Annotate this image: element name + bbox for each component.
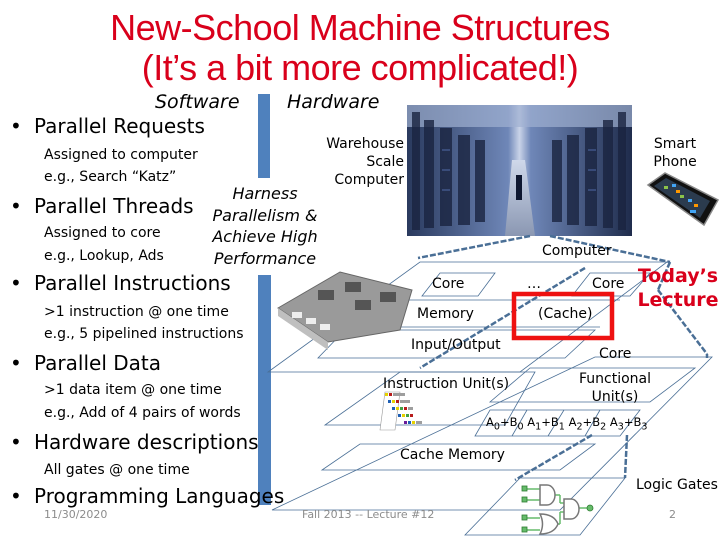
core-label: Core	[432, 276, 465, 292]
callout-line: Lecture	[637, 289, 719, 311]
smartphone-label-line: Phone	[653, 154, 697, 170]
adder: A3+B3	[609, 415, 648, 433]
hardware-diagram	[266, 105, 720, 536]
adders-label: A0+B0 A1+B1 A2+B2 A3+B3	[486, 415, 647, 432]
warehouse-label-line: Computer	[334, 172, 404, 188]
server-board-image	[277, 271, 413, 350]
cache-label: (Cache)	[538, 306, 593, 322]
pipeline-image	[379, 391, 422, 431]
datacenter-image	[407, 105, 632, 236]
adder: A0+B0	[486, 415, 524, 433]
ellipsis-label: …	[527, 276, 541, 292]
functional-units-line: Unit(s)	[591, 389, 639, 405]
footer-course: Fall 2013 -- Lecture #12	[302, 508, 435, 521]
callout-line: Today’s	[637, 265, 719, 287]
warehouse-label-line: Scale	[366, 154, 404, 170]
functional-units-label: Functional Unit(s)	[570, 370, 660, 406]
cache-memory-label: Cache Memory	[400, 447, 505, 463]
warehouse-label-line: Warehouse	[326, 136, 404, 152]
memory-label: Memory	[417, 306, 474, 322]
footer-date: 11/30/2020	[44, 508, 108, 521]
page-number: 2	[669, 508, 676, 521]
input-output-label: Input/Output	[411, 337, 501, 353]
computer-label: Computer	[542, 243, 612, 259]
adder: A1+B1	[527, 415, 565, 433]
adder: A2+B2	[568, 415, 607, 433]
todays-lecture-callout: Today’s Lecture	[636, 264, 720, 312]
zoom-connector	[417, 234, 531, 260]
warehouse-label: Warehouse Scale Computer	[300, 135, 404, 189]
smartphone-label: Smart Phone	[640, 135, 710, 171]
smartphone-label-line: Smart	[653, 136, 697, 152]
instruction-unit-label: Instruction Unit(s)	[383, 376, 510, 392]
core-label: Core	[592, 276, 625, 292]
smartphone-image	[646, 172, 720, 227]
logic-gates-label: Logic Gates	[636, 477, 718, 493]
logic-gates-image	[521, 484, 594, 535]
core-label: Core	[599, 346, 632, 362]
functional-units-line: Functional	[578, 371, 652, 387]
